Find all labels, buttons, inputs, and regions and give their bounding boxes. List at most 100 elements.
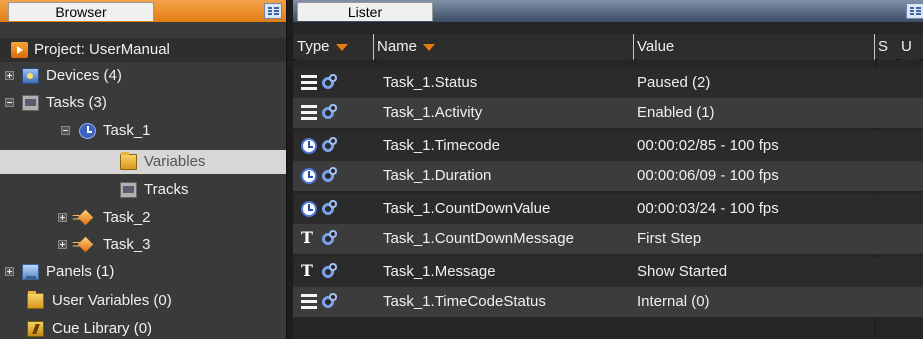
- variable-name: Task_1.Timecode: [383, 137, 500, 154]
- expand-icon[interactable]: [58, 213, 67, 222]
- variable-name: Task_1.Activity: [383, 104, 483, 121]
- cue-library-icon: [27, 321, 44, 337]
- browser-tab-bar: Browser: [0, 0, 286, 22]
- lister-panel: Lister Type Name Value S U Task_1.Status…: [293, 0, 923, 339]
- column-header-name[interactable]: Name: [377, 34, 631, 60]
- collapse-icon[interactable]: [5, 98, 14, 107]
- list-icon: [301, 75, 317, 90]
- gears-icon: [320, 73, 338, 91]
- tree-item-project[interactable]: Project: UserManual: [0, 38, 286, 62]
- tree-item-user-variables[interactable]: User Variables (0): [0, 289, 286, 313]
- tree-item-label: Task_3: [103, 236, 151, 253]
- tree-item-label: User Variables (0): [52, 292, 172, 309]
- tree-item-label: Tracks: [144, 181, 189, 198]
- table-row[interactable]: Task_1.Activity Enabled (1): [293, 98, 923, 128]
- gears-icon: [320, 292, 338, 310]
- gears-icon: [320, 229, 338, 247]
- tree-item-label: Task_1: [103, 122, 151, 139]
- column-divider[interactable]: [373, 34, 374, 60]
- text-type-icon: T: [301, 261, 313, 280]
- list-icon: [301, 105, 317, 120]
- variable-value: Enabled (1): [637, 104, 715, 121]
- tree-item-label: Variables: [144, 153, 206, 170]
- tracks-icon: [120, 182, 137, 198]
- variable-name: Task_1.CountDownMessage: [383, 230, 574, 247]
- tree-item-tracks[interactable]: Tracks: [0, 178, 286, 202]
- project-icon: [11, 42, 28, 58]
- panel-splitter[interactable]: [286, 0, 293, 339]
- task-icon: [72, 205, 94, 229]
- tree-item-label: Panels (1): [46, 263, 115, 280]
- column-header-s[interactable]: S: [878, 34, 896, 60]
- clock-icon: [301, 201, 317, 217]
- tree-item-devices[interactable]: Devices (4): [0, 64, 286, 88]
- tree-item-panels[interactable]: Panels (1): [0, 260, 286, 284]
- tree-item-task-2[interactable]: Task_2: [0, 205, 286, 230]
- table-row[interactable]: T Task_1.Message Show Started: [293, 257, 923, 287]
- devices-icon: [22, 68, 39, 84]
- table-row[interactable]: Task_1.TimeCodeStatus Internal (0): [293, 287, 923, 317]
- clock-icon: [79, 123, 96, 139]
- variable-name: Task_1.TimeCodeStatus: [383, 293, 546, 310]
- variable-value: 00:00:06/09 - 100 fps: [637, 167, 779, 184]
- panels-icon: [22, 264, 39, 280]
- column-header-value[interactable]: Value: [637, 34, 873, 60]
- lister-layout-button[interactable]: [906, 3, 923, 19]
- variable-value: Paused (2): [637, 74, 711, 91]
- table-row[interactable]: Task_1.Duration 00:00:06/09 - 100 fps: [293, 161, 923, 191]
- variable-name: Task_1.CountDownValue: [383, 200, 551, 217]
- text-type-icon: T: [301, 228, 313, 247]
- tasks-icon: [22, 95, 39, 111]
- column-header-type-label: Type: [297, 38, 330, 55]
- gears-icon: [320, 103, 338, 121]
- collapse-icon[interactable]: [61, 126, 70, 135]
- tab-lister[interactable]: Lister: [297, 2, 433, 21]
- column-header-name-label: Name: [377, 38, 418, 55]
- tree-item-task-1[interactable]: Task_1: [0, 119, 286, 143]
- variable-value: Internal (0): [637, 293, 710, 310]
- column-divider[interactable]: [874, 34, 875, 60]
- variable-name: Task_1.Message: [383, 263, 496, 280]
- lister-tab-bar: Lister: [293, 0, 923, 22]
- browser-layout-button[interactable]: [264, 3, 282, 19]
- tab-browser[interactable]: Browser: [8, 2, 154, 21]
- tree-item-label: Project: UserManual: [34, 41, 170, 58]
- tree-item-variables[interactable]: Variables: [0, 150, 286, 174]
- variable-value: First Step: [637, 230, 702, 247]
- list-icon: [301, 294, 317, 309]
- tree-item-cue-library[interactable]: Cue Library (0): [0, 317, 286, 339]
- gears-icon: [320, 136, 338, 154]
- column-header-value-label: Value: [637, 38, 675, 55]
- user-variables-folder-icon: [27, 291, 44, 309]
- variable-value: 00:00:03/24 - 100 fps: [637, 200, 779, 217]
- column-divider[interactable]: [633, 34, 634, 60]
- tree-item-task-3[interactable]: Task_3: [0, 232, 286, 257]
- gears-icon: [320, 262, 338, 280]
- clock-icon: [301, 168, 317, 184]
- browser-panel: Browser Project: UserManual Devices (4) …: [0, 0, 286, 339]
- tree-item-label: Cue Library (0): [52, 320, 153, 337]
- clock-icon: [301, 138, 317, 154]
- table-row[interactable]: T Task_1.CountDownMessage First Step: [293, 224, 923, 254]
- table-row[interactable]: Task_1.Timecode 00:00:02/85 - 100 fps: [293, 131, 923, 161]
- tree-item-tasks[interactable]: Tasks (3): [0, 91, 286, 115]
- tree-item-label: Task_2: [103, 209, 151, 226]
- gears-icon: [320, 166, 338, 184]
- tree-item-label: Devices (4): [46, 67, 122, 84]
- variable-value: Show Started: [637, 263, 728, 280]
- variable-value: 00:00:02/85 - 100 fps: [637, 137, 779, 154]
- variable-name: Task_1.Status: [383, 74, 478, 91]
- expand-icon[interactable]: [5, 71, 14, 80]
- column-header-u[interactable]: U: [901, 34, 919, 60]
- variable-name: Task_1.Duration: [383, 167, 492, 184]
- column-header-type[interactable]: Type: [297, 34, 373, 60]
- variables-folder-icon: [120, 152, 137, 170]
- table-row[interactable]: Task_1.CountDownValue 00:00:03/24 - 100 …: [293, 194, 923, 224]
- expand-icon[interactable]: [5, 267, 14, 276]
- expand-icon[interactable]: [58, 240, 67, 249]
- sort-arrow-icon: [423, 43, 436, 51]
- tree-item-label: Tasks (3): [46, 94, 107, 111]
- column-header-s-label: S: [878, 38, 889, 55]
- sort-arrow-icon: [335, 43, 348, 51]
- table-row[interactable]: Task_1.Status Paused (2): [293, 68, 923, 98]
